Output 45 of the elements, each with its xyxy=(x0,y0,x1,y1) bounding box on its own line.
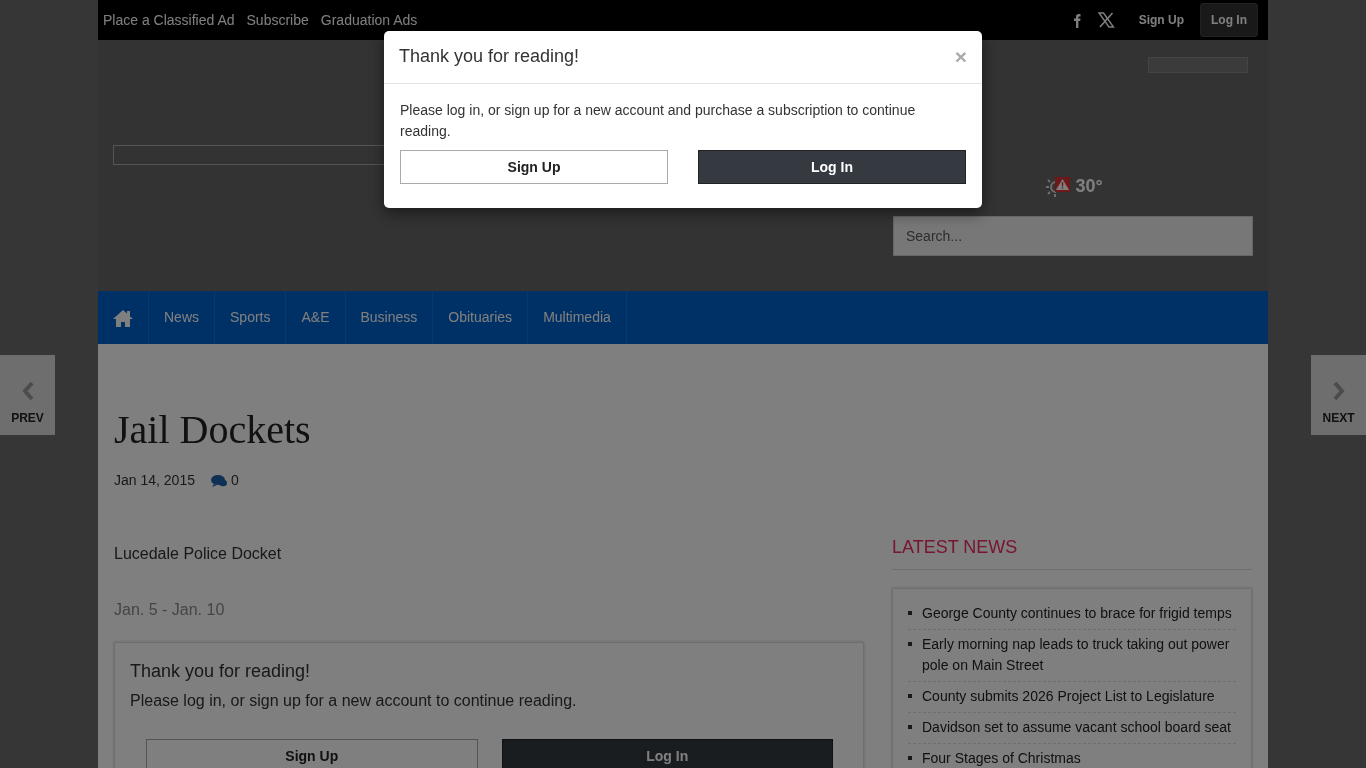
comments-icon xyxy=(210,474,227,487)
chevron-right-icon xyxy=(1331,381,1346,401)
nav-tab[interactable]: Obituaries xyxy=(432,291,528,344)
chevron-left-icon xyxy=(20,381,35,401)
news-link[interactable]: Davidson set to assume vacant school board seat xyxy=(908,713,1236,744)
temperature: 30° xyxy=(1075,175,1103,198)
bullet-icon xyxy=(908,611,912,615)
article-title: Jail Dockets xyxy=(114,406,312,454)
sign-up-link[interactable]: Sign Up xyxy=(1138,11,1184,29)
nav-tab[interactable]: Business xyxy=(344,291,433,344)
home-icon xyxy=(113,308,133,327)
x-logo-icon[interactable] xyxy=(1097,12,1115,28)
top-nav-link[interactable]: Graduation Ads xyxy=(320,9,418,31)
article-paragraph: Lucedale Police Docket xyxy=(114,544,283,564)
dialog-message: Please log in, or sign up for a new account and purchase a subscription to continue reading. xyxy=(400,100,917,141)
top-nav-link[interactable]: Subscribe xyxy=(246,9,309,31)
bullet-icon xyxy=(908,756,912,760)
next-button[interactable]: NEXT xyxy=(1311,355,1366,435)
comments-link[interactable]: 0 xyxy=(210,470,239,491)
news-link[interactable]: County submits 2026 Project List to Legislature xyxy=(908,682,1236,713)
bullet-icon xyxy=(908,694,912,698)
news-link[interactable]: Four Stages of Christmas xyxy=(908,744,1236,768)
log-in-button[interactable]: Log In xyxy=(501,739,833,768)
article-date: Jan 14, 2015 xyxy=(114,471,195,490)
nav-tab[interactable]: News xyxy=(148,291,214,344)
sign-up-button[interactable]: Sign Up xyxy=(146,739,478,768)
top-nav-link[interactable]: Place a Classified Ad xyxy=(103,9,235,31)
dialog-title: Thank you for reading! xyxy=(399,46,580,68)
news-link[interactable]: George County continues to brace for frigid temps xyxy=(908,599,1236,630)
news-link[interactable]: Early morning nap leads to truck taking out power pole on Main Street xyxy=(908,630,1236,682)
sign-up-button[interactable]: Sign Up xyxy=(400,149,668,184)
bullet-icon xyxy=(908,725,912,729)
section-heading: LATEST NEWS xyxy=(892,534,1252,570)
bullet-icon xyxy=(908,642,912,646)
nav-tab[interactable]: Multimedia xyxy=(527,291,626,344)
log-in-button[interactable]: Log In xyxy=(698,149,966,184)
weather-alert-icon[interactable] xyxy=(1043,175,1072,198)
log-in-button[interactable]: Log In xyxy=(1200,3,1258,37)
prev-button[interactable]: PREV xyxy=(0,355,55,435)
paywall-message: Please log in, or sign up for a new account to continue reading. xyxy=(130,691,578,711)
search-field[interactable]: Search... xyxy=(893,216,1253,256)
article-paragraph: Jan. 5 - Jan. 10 xyxy=(114,600,226,620)
nav-tab[interactable]: Sports xyxy=(214,291,286,344)
paywall-title: Thank you for reading! xyxy=(130,660,312,683)
nav-tab[interactable]: A&E xyxy=(285,291,345,344)
